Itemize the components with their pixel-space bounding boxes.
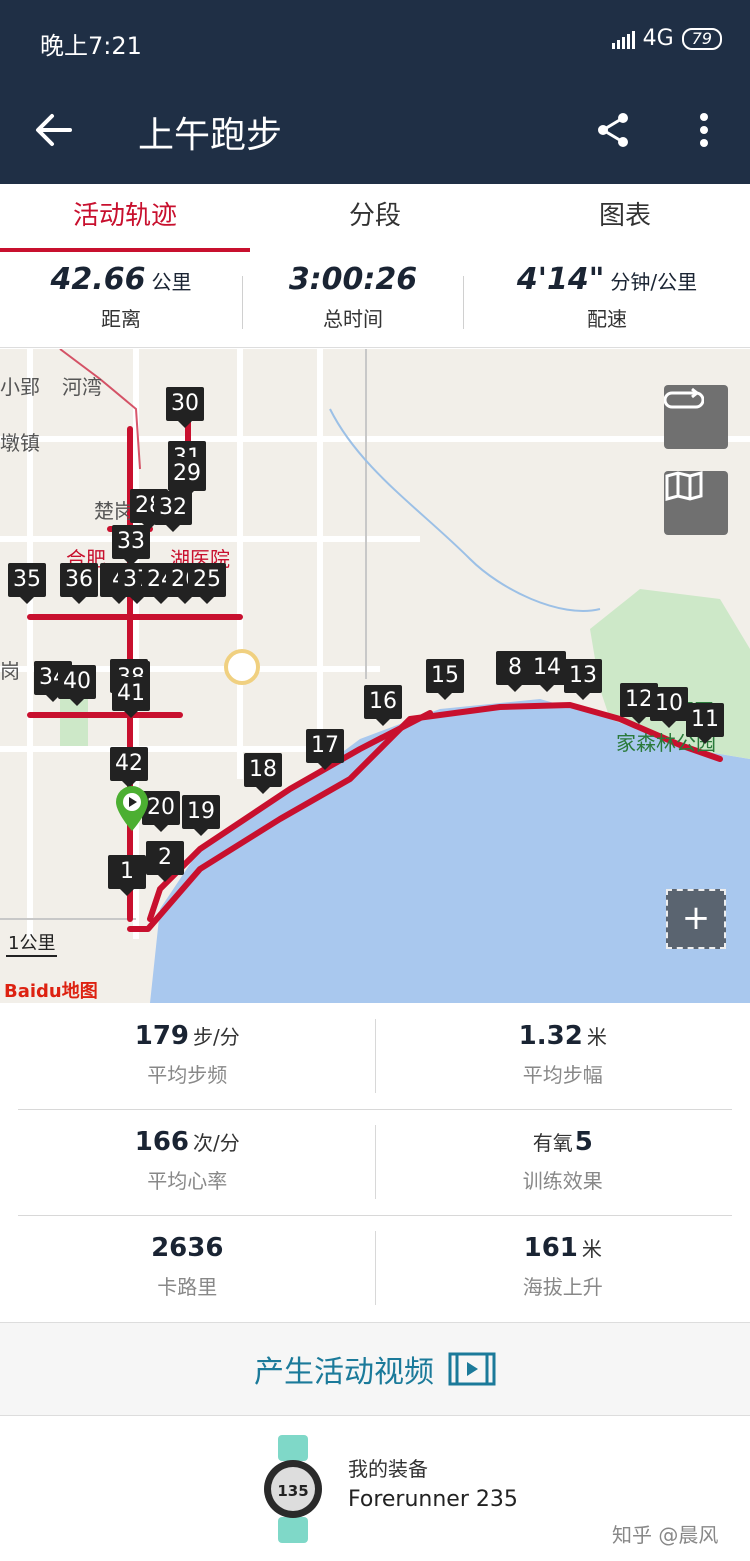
status-time: 晚上7:21 — [40, 32, 142, 60]
distance-unit: 公里 — [151, 270, 192, 294]
battery-icon: 79 — [681, 27, 722, 50]
network-type: 4G — [642, 26, 674, 51]
map-attribution: Baidu地图 — [4, 981, 98, 1002]
device-name: Forerunner 235 — [348, 1487, 518, 1512]
km-marker[interactable]: 16 — [364, 685, 402, 726]
stat-training-effect: 有氧5 训练效果 — [376, 1109, 750, 1215]
stats-row: 166 次/分 平均心率 有氧5 训练效果 — [0, 1109, 750, 1215]
pace-summary: 4'14" 分钟/公里 配速 — [464, 252, 750, 347]
km-marker[interactable]: 40 — [58, 665, 96, 706]
stat-unit: 步/分 — [193, 1025, 240, 1049]
stat-value: 1.32 — [518, 1021, 583, 1051]
stat-label: 卡路里 — [157, 1275, 218, 1299]
tab-activity-track[interactable]: 活动轨迹 — [0, 184, 250, 252]
distance-value: 42.66 — [50, 262, 146, 297]
stat-value: 166 — [134, 1127, 190, 1157]
tab-bar: 活动轨迹 分段 图表 — [0, 184, 750, 252]
app-header: 晚上7:21 4G 79 上午跑步 — [0, 0, 750, 184]
stat-prefix: 有氧 — [532, 1131, 573, 1155]
km-marker[interactable]: 17 — [306, 729, 344, 770]
video-icon — [448, 1352, 496, 1386]
stat-stride: 1.32 米 平均步幅 — [376, 1003, 750, 1109]
km-marker[interactable]: 10 — [650, 687, 688, 728]
km-marker[interactable]: 36 — [60, 563, 98, 604]
create-video-label: 产生活动视频 — [254, 1355, 434, 1390]
distance-summary: 42.66 公里 距离 — [0, 252, 242, 347]
watch-display-value: 135 — [277, 1482, 308, 1500]
pace-label: 配速 — [587, 307, 627, 331]
km-marker[interactable]: 32 — [154, 491, 192, 532]
distance-label: 距离 — [101, 307, 141, 331]
start-pin-icon — [116, 786, 148, 831]
stats-grid: 179 步/分 平均步频 1.32 米 平均步幅 166 次/分 平均心率 有氧5 训… — [0, 1003, 750, 1321]
tab-splits[interactable]: 分段 — [250, 184, 500, 252]
pace-value: 4'14" — [516, 262, 605, 297]
gear-caption: 我的装备 — [348, 1457, 428, 1481]
page-title: 上午跑步 — [138, 115, 283, 156]
loop-icon[interactable] — [664, 385, 728, 449]
km-marker[interactable]: 1 — [108, 855, 146, 896]
stat-value: 161 — [523, 1233, 578, 1263]
km-marker[interactable]: 42 — [110, 747, 148, 788]
time-label: 总时间 — [323, 307, 383, 331]
stat-heart-rate: 166 次/分 平均心率 — [0, 1109, 375, 1215]
stat-unit: 米 — [586, 1025, 607, 1049]
map-icon[interactable] — [664, 471, 728, 535]
map-place-label: 墩镇 — [0, 431, 40, 455]
stat-elevation-gain: 161 米 海拔上升 — [376, 1215, 750, 1321]
km-marker[interactable]: 33 — [112, 525, 150, 566]
km-marker[interactable]: 30 — [166, 387, 204, 428]
stat-label: 平均步幅 — [522, 1063, 603, 1087]
tab-charts[interactable]: 图表 — [500, 184, 750, 252]
more-vertical-icon[interactable] — [696, 112, 712, 148]
stat-value: 5 — [574, 1127, 593, 1157]
map-place-label: 岗 — [0, 659, 20, 683]
stat-unit: 次/分 — [193, 1131, 240, 1155]
km-marker[interactable]: 14 — [528, 651, 566, 692]
time-value: 3:00:26 — [288, 262, 418, 297]
stats-row: 179 步/分 平均步频 1.32 米 平均步幅 — [0, 1003, 750, 1109]
share-icon[interactable] — [596, 112, 630, 148]
stat-cadence: 179 步/分 平均步频 — [0, 1003, 375, 1109]
route-map[interactable]: 小郢 河湾 墩镇 楚岗 合肥 湖医院 岗 湖国 家森林公园 30 31 29 2… — [0, 349, 750, 1003]
km-marker[interactable]: 29 — [168, 457, 206, 498]
time-summary: 3:00:26 总时间 — [243, 252, 463, 347]
stats-row: 2636 卡路里 161 米 海拔上升 — [0, 1215, 750, 1321]
arrow-left-icon[interactable] — [34, 110, 74, 150]
create-video-button[interactable]: 产生活动视频 — [0, 1322, 750, 1416]
km-marker[interactable]: 25 — [188, 563, 226, 604]
activity-summary: 42.66 公里 距离 3:00:26 总时间 4'14" 分钟/公里 配速 — [0, 252, 750, 348]
stat-value: 2636 — [151, 1233, 224, 1263]
stat-label: 训练效果 — [522, 1169, 603, 1193]
plus-icon[interactable]: + — [666, 889, 726, 949]
stat-calories: 2636 卡路里 — [0, 1215, 375, 1321]
km-marker[interactable]: 11 — [686, 703, 724, 744]
stat-label: 海拔上升 — [522, 1275, 603, 1299]
pace-unit: 分钟/公里 — [610, 270, 698, 294]
km-marker[interactable]: 13 — [564, 659, 602, 700]
map-place-label: 河湾 — [62, 375, 102, 399]
km-marker[interactable]: 19 — [182, 795, 220, 836]
km-marker[interactable]: 41 — [112, 677, 150, 718]
status-indicators: 4G 79 — [611, 26, 722, 51]
watch-icon: 135 — [264, 1435, 322, 1543]
stat-label: 平均心率 — [147, 1169, 228, 1193]
stat-label: 平均步频 — [147, 1063, 228, 1087]
stat-unit: 米 — [581, 1237, 602, 1261]
map-place-label: 楚岗 — [94, 499, 134, 523]
signal-icon — [611, 29, 635, 49]
km-marker[interactable]: 15 — [426, 659, 464, 700]
my-gear-section[interactable]: 135 我的装备 Forerunner 235 知乎 @晨风 — [0, 1417, 750, 1561]
map-place-label: 小郢 — [0, 375, 40, 399]
km-marker[interactable]: 2 — [146, 841, 184, 882]
watermark: 知乎 @晨风 — [612, 1523, 719, 1547]
map-scale: 1公里 — [6, 929, 58, 957]
km-marker[interactable]: 35 — [8, 563, 46, 604]
stat-value: 179 — [134, 1021, 190, 1051]
km-marker[interactable]: 18 — [244, 753, 282, 794]
